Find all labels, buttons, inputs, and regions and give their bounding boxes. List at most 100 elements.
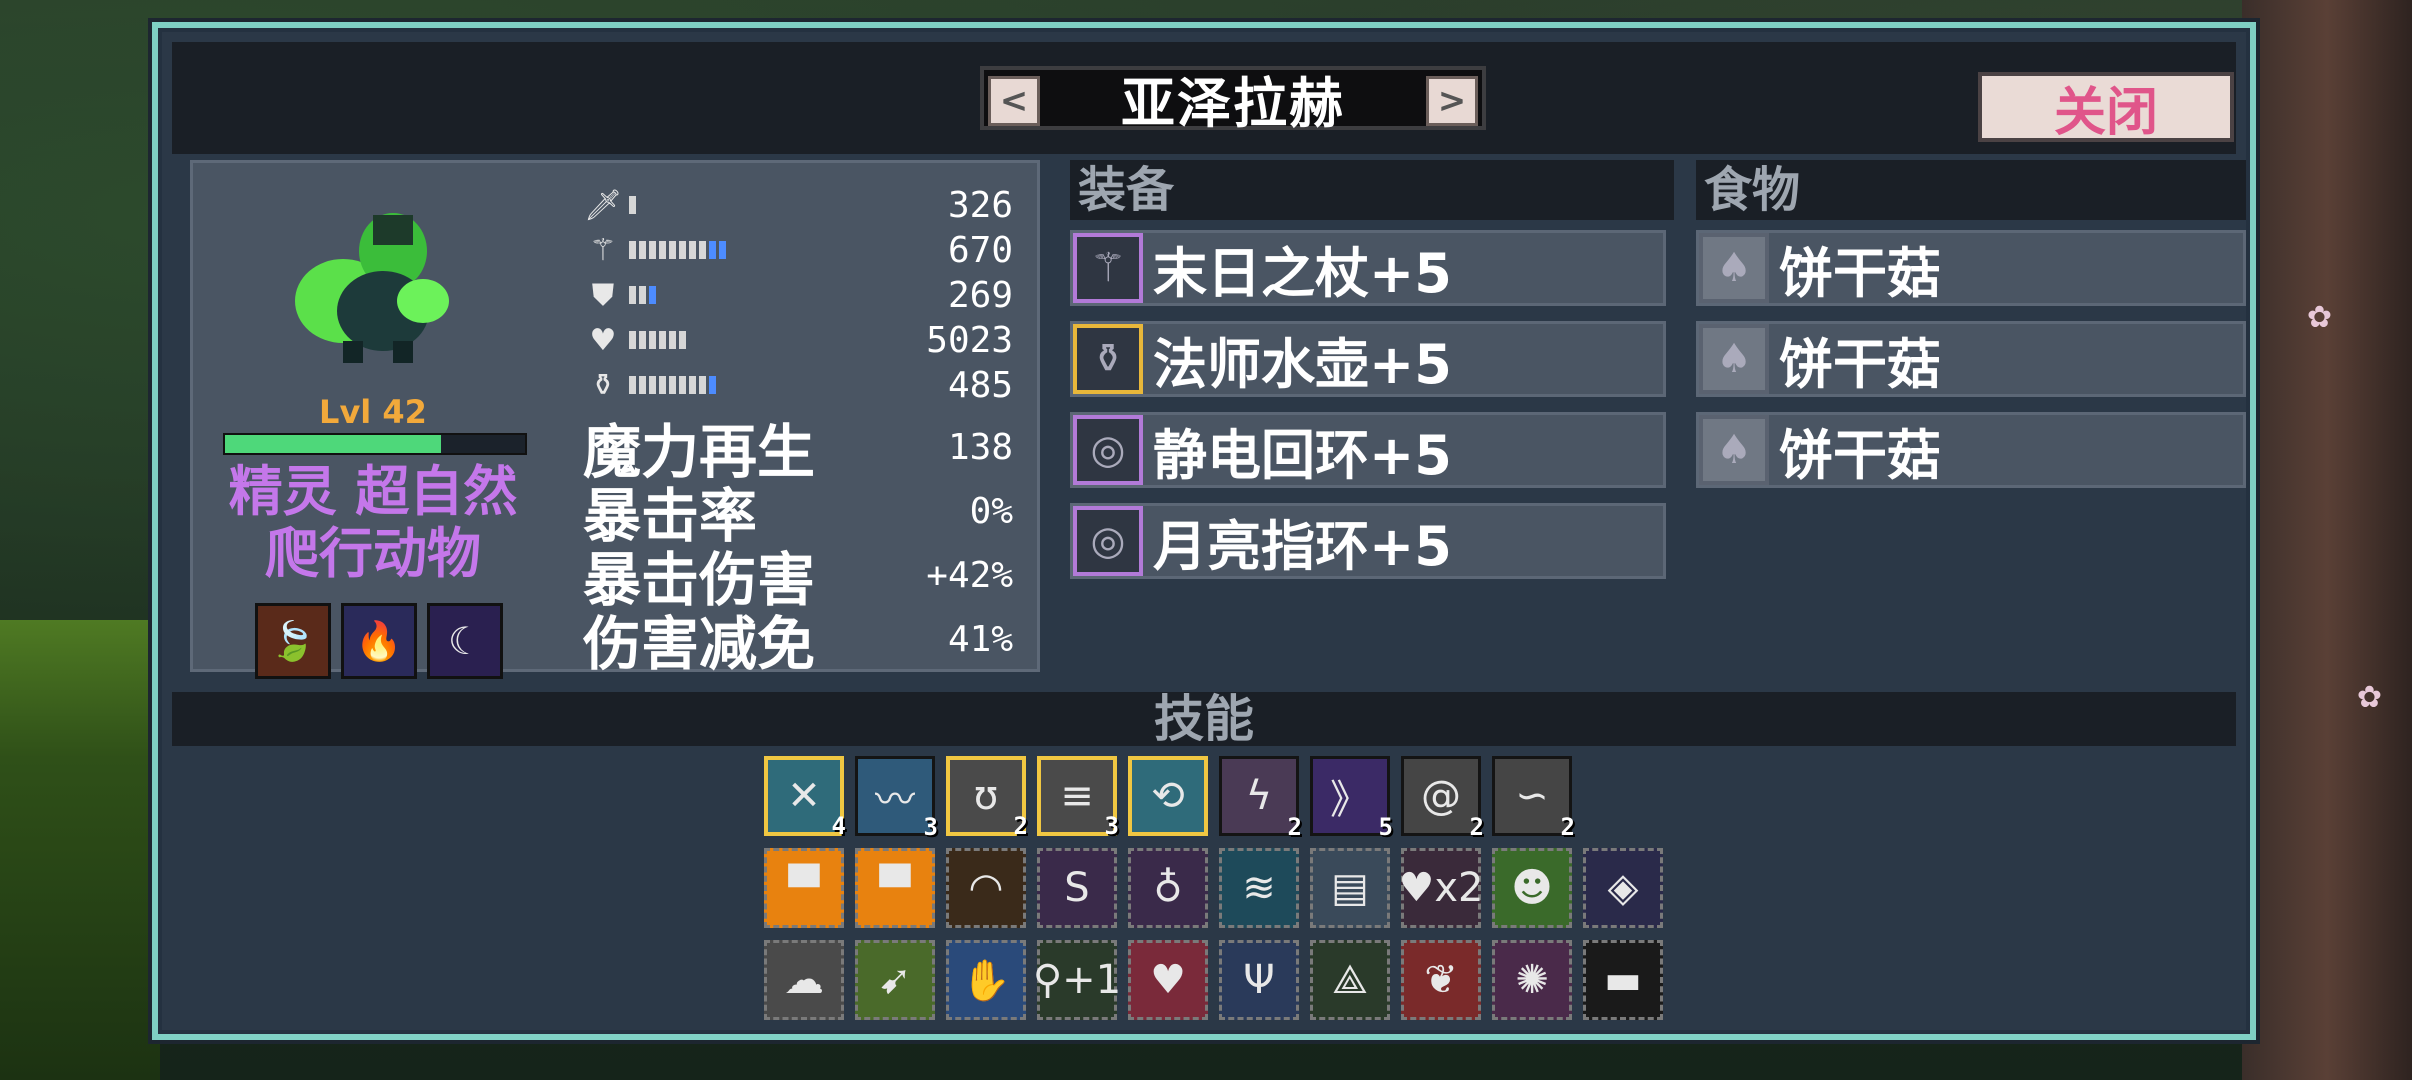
extended-stat-value: 0% — [969, 490, 1013, 532]
flower-decoration: ✿ — [2306, 300, 2332, 335]
extended-stat-value: 138 — [947, 426, 1013, 468]
skill-count: 2 — [1560, 813, 1575, 841]
stat-bar-segment — [679, 331, 686, 349]
stat-bar-segment — [699, 241, 706, 259]
crossed-blades-icon[interactable]: ✕ 4 — [764, 756, 846, 840]
cool-face-icon[interactable]: ▀ — [764, 848, 844, 928]
food-slot[interactable]: ♠ 饼干菇 — [1696, 412, 2246, 488]
next-character-button[interactable]: > — [1426, 76, 1478, 126]
leaf-up-icon[interactable]: 🍃 — [255, 603, 331, 679]
armor-icon: ⛊ — [591, 277, 615, 313]
skill-count: 5 — [1378, 813, 1393, 841]
stat-bar — [629, 196, 829, 214]
equipment-name: 静电回环+5 — [1153, 423, 1452, 487]
equipment-name: 法师水壶+5 — [1153, 332, 1452, 396]
heart-icon[interactable]: ♥ x2 — [1399, 848, 1484, 928]
stat-bar — [629, 376, 829, 394]
equipment-slot[interactable]: ◎ 静电回环+5 — [1070, 412, 1666, 488]
traits: 精灵 超自然 爬行动物 — [203, 461, 543, 585]
aura-icon[interactable]: ≋ — [1219, 848, 1299, 928]
stat-bar-segment — [649, 241, 656, 259]
food-name: 饼干菇 — [1779, 332, 1941, 396]
sword-icon: 🗡 — [583, 187, 623, 223]
spin-blade-icon[interactable]: ⟲ — [1128, 756, 1208, 836]
heart-plus-icon[interactable]: ♥ — [1128, 940, 1208, 1020]
traits-line-1: 精灵 超自然 — [228, 460, 518, 523]
skill-count: 4 — [831, 812, 846, 840]
eyes-icon[interactable]: ◠ — [946, 848, 1026, 928]
stat-row: ♥ 5023 — [583, 318, 1013, 362]
equipment-slot[interactable]: ⚚ 末日之杖+5 — [1070, 230, 1666, 306]
stat-bar-segment — [679, 241, 686, 259]
tornado-icon[interactable]: ʊ2 — [946, 756, 1028, 840]
stat-value: 5023 — [926, 319, 1013, 361]
equipment-name: 月亮指环+5 — [1153, 514, 1452, 578]
stat-bar-segment — [629, 241, 636, 259]
mask-icon[interactable]: ▬ — [1583, 940, 1663, 1020]
extended-stat-row: 伤害减免 41% — [583, 597, 1013, 681]
flower-decoration: ✿ — [2356, 680, 2382, 715]
close-button[interactable]: 关闭 — [1978, 72, 2234, 143]
swirl-icon[interactable]: @2 — [1401, 756, 1484, 841]
lightning-icon[interactable]: 〰 3 — [855, 756, 938, 841]
extended-stat-label: 伤害减免 — [583, 610, 816, 678]
cool-face-icon[interactable]: ▀ — [855, 848, 935, 928]
skill-count: 3 — [923, 813, 938, 841]
stat-bar — [629, 331, 829, 349]
dark-wing-icon[interactable]: ◈ — [1583, 848, 1663, 928]
food-name: 饼干菇 — [1779, 241, 1941, 305]
purple-slash-icon[interactable]: 》 5 — [1310, 756, 1393, 841]
gust-icon[interactable]: ∽ 2 — [1492, 756, 1575, 841]
cloud-icon[interactable]: ☁ — [764, 940, 844, 1020]
character-portrait — [295, 213, 449, 363]
monster-icon[interactable]: ☻ — [1492, 848, 1572, 928]
traits-line-2: 爬行动物 — [265, 522, 481, 585]
scroll-icon[interactable]: ▤ — [1310, 848, 1390, 928]
key-icon[interactable]: ⚲ +1 — [1033, 940, 1121, 1020]
blue-claw-icon[interactable]: Ψ — [1219, 940, 1299, 1020]
stat-bar-segment-bonus — [709, 241, 716, 259]
arrow-boost-icon[interactable]: ➹ — [855, 940, 935, 1020]
equipment-slot[interactable]: ⚱ 法师水壶+5 — [1070, 321, 1666, 397]
fire-shield-icon[interactable]: 🔥 — [341, 603, 417, 679]
stat-bar-segment-bonus — [649, 286, 656, 304]
wind-icon[interactable]: ≡ 3 — [1037, 756, 1119, 840]
cycle-icon[interactable]: S — [1037, 848, 1117, 928]
heart-icon: ♥ — [589, 322, 617, 358]
stat-bar-segment — [689, 376, 696, 394]
compass-icon[interactable]: ⟁ — [1310, 940, 1390, 1020]
potion-icon[interactable]: ♁ — [1128, 848, 1208, 928]
skill-count: x2 — [1434, 865, 1484, 911]
equipment-name: 末日之杖+5 — [1153, 241, 1452, 305]
hearts-icon[interactable]: ❦ — [1401, 940, 1481, 1020]
skill-count: 3 — [1104, 812, 1119, 840]
extended-stat-value: 41% — [947, 618, 1013, 660]
xp-bar-fill — [225, 435, 441, 453]
food-slot[interactable]: ♠ 饼干菇 — [1696, 230, 2246, 306]
stat-bar-segment — [639, 241, 646, 259]
xp-bar — [223, 433, 527, 455]
prev-character-button[interactable]: < — [988, 76, 1040, 126]
equipment-slot[interactable]: ◎ 月亮指环+5 — [1070, 503, 1666, 579]
stat-bar-segment — [659, 331, 666, 349]
stat-bar-segment — [639, 331, 646, 349]
flask-icon: ⚱ — [1073, 324, 1143, 394]
food-slot[interactable]: ♠ 饼干菇 — [1696, 321, 2246, 397]
character-card: Lvl 42 精灵 超自然 爬行动物 🍃 🔥 ☾ 🗡 326 ⚚ 670 ⛊ 269 ♥ 5023… — [190, 160, 1040, 679]
stat-bar-segment — [629, 331, 636, 349]
blue-hand-icon[interactable]: ✋ — [946, 940, 1026, 1020]
panel-top-bar: < 亚泽拉赫 > 关闭 — [172, 42, 2236, 154]
stat-row: ⛊ 269 — [583, 273, 1013, 317]
stat-bar-segment — [649, 331, 656, 349]
equipment-header: 装备 — [1070, 160, 1674, 220]
grass-ledge — [0, 620, 160, 1080]
stat-bar — [629, 286, 829, 304]
moon-icon[interactable]: ☾ — [427, 603, 503, 679]
character-name-box: < 亚泽拉赫 > — [980, 66, 1486, 135]
pink-orb-icon[interactable]: ✺ — [1492, 940, 1572, 1020]
skills-header: 技能 — [172, 692, 2236, 746]
magic-bolt-icon[interactable]: ϟ2 — [1219, 756, 1302, 841]
stat-bar-segment — [699, 376, 706, 394]
staff-icon: ⚚ — [1073, 233, 1143, 303]
extended-stat-value: +42% — [926, 554, 1013, 596]
